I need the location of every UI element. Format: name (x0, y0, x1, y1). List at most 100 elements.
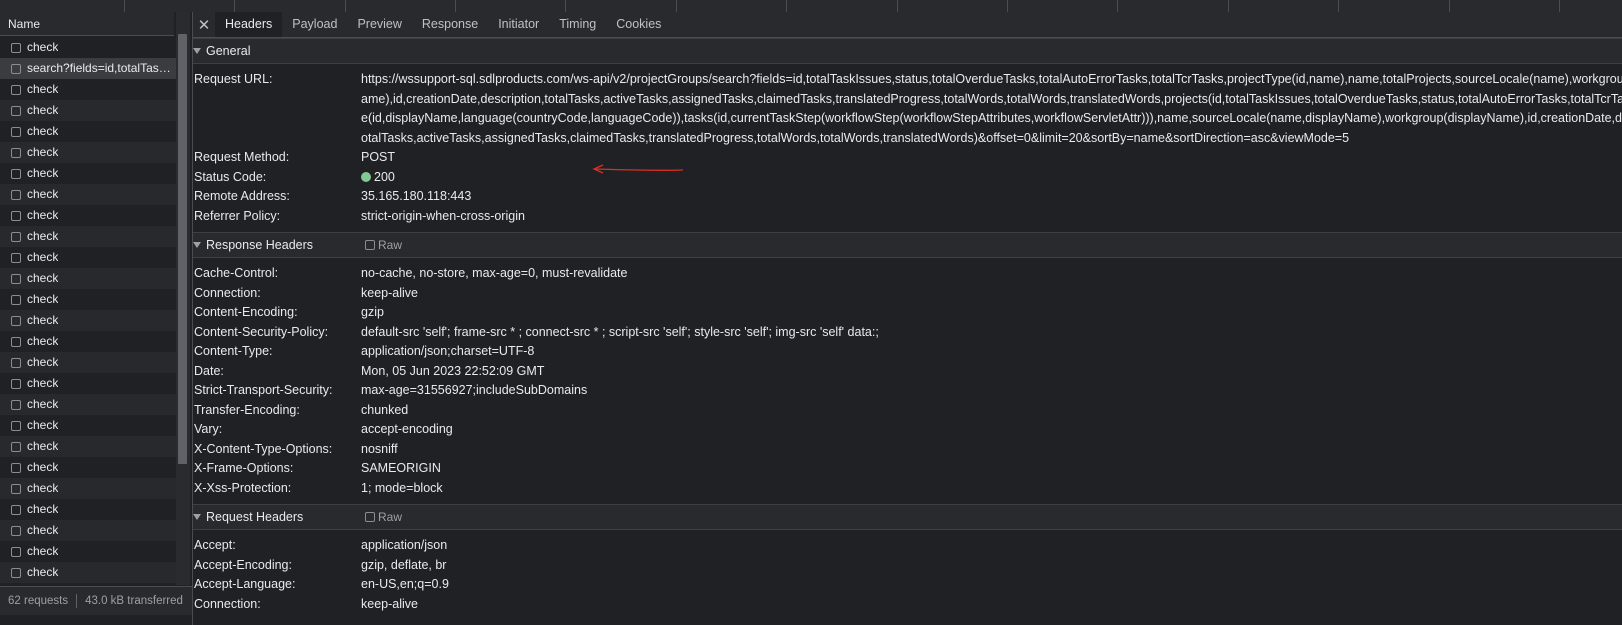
request-row[interactable]: check (0, 37, 176, 58)
header-row: Transfer-Encoding: chunked (193, 401, 1622, 421)
toolbar-divider (1117, 0, 1118, 12)
request-row[interactable]: check (0, 520, 176, 541)
toolbar-divider (1228, 0, 1229, 12)
tab-response[interactable]: Response (412, 12, 488, 37)
header-row: Remote Address: 35.165.180.118:443 (193, 187, 1622, 207)
request-row[interactable]: check (0, 331, 176, 352)
checkbox-icon[interactable] (11, 462, 21, 473)
header-value: Mon, 05 Jun 2023 22:52:09 GMT (361, 363, 545, 378)
request-row[interactable]: check (0, 205, 176, 226)
header-row: Strict-Transport-Security: max-age=315569… (193, 381, 1622, 401)
request-row[interactable]: check (0, 79, 176, 100)
checkbox-icon[interactable] (11, 378, 21, 389)
request-row[interactable]: check (0, 373, 176, 394)
request-row[interactable]: check (0, 394, 176, 415)
request-row[interactable]: check (0, 142, 176, 163)
request-row[interactable]: check (0, 247, 176, 268)
tab-timing[interactable]: Timing (549, 12, 606, 37)
header-value: chunked (361, 402, 409, 417)
header-row: X-Frame-Options: SAMEORIGIN (193, 459, 1622, 479)
request-url-row: Request URL: https://wssupport-sql.sdlpr… (193, 70, 1622, 148)
request-row[interactable]: check (0, 268, 176, 289)
checkbox-icon[interactable] (11, 231, 21, 242)
checkbox-icon[interactable] (11, 273, 21, 284)
request-row[interactable]: check (0, 100, 176, 121)
request-row[interactable]: check (0, 226, 176, 247)
checkbox-icon[interactable] (365, 240, 375, 250)
checkbox-icon[interactable] (11, 420, 21, 431)
tab-payload[interactable]: Payload (282, 12, 347, 37)
general-section-header[interactable]: General (193, 38, 1622, 64)
response-headers-section-header[interactable]: Response Headers Raw (193, 232, 1622, 258)
raw-toggle[interactable]: Raw (365, 233, 402, 257)
checkbox-icon[interactable] (11, 210, 21, 221)
request-row[interactable]: check (0, 562, 176, 583)
checkbox-icon[interactable] (11, 294, 21, 305)
checkbox-icon[interactable] (11, 441, 21, 452)
toolbar-divider (1559, 0, 1560, 12)
request-row[interactable]: check (0, 289, 176, 310)
request-name: check (27, 145, 59, 159)
request-url-line: otalTasks,activeTasks,assignedTasks,clai… (361, 130, 1350, 145)
checkbox-icon[interactable] (11, 126, 21, 137)
header-name: Content-Security-Policy: (194, 324, 329, 339)
request-name: check (27, 271, 59, 285)
checkbox-icon[interactable] (11, 168, 21, 179)
checkbox-icon[interactable] (11, 399, 21, 410)
checkbox-icon[interactable] (11, 105, 21, 116)
toolbar-divider (455, 0, 456, 12)
checkbox-icon[interactable] (11, 147, 21, 158)
checkbox-icon[interactable] (11, 84, 21, 95)
checkbox-icon[interactable] (11, 63, 21, 74)
checkbox-icon[interactable] (11, 42, 21, 53)
request-url-value: https://wssupport-sql.sdlproducts.com/ws… (361, 70, 1622, 148)
tab-initiator[interactable]: Initiator (488, 12, 549, 37)
request-details-panel: ✕ Headers Payload Preview Response Initiator… (193, 12, 1622, 625)
request-row[interactable]: check (0, 310, 176, 331)
checkbox-icon[interactable] (365, 512, 375, 522)
header-value: 35.165.180.118:443 (361, 189, 472, 203)
request-row[interactable]: check (0, 499, 176, 520)
checkbox-icon[interactable] (11, 315, 21, 326)
header-name: Accept-Language: (194, 577, 296, 591)
toolbar-divider (234, 0, 235, 12)
request-row[interactable]: check (0, 121, 176, 142)
request-row[interactable]: check (0, 478, 176, 499)
checkbox-icon[interactable] (11, 189, 21, 200)
request-headers-section-header[interactable]: Request Headers Raw (193, 504, 1622, 530)
checkbox-icon[interactable] (11, 357, 21, 368)
request-row[interactable]: check (0, 415, 176, 436)
checkbox-icon[interactable] (11, 567, 21, 578)
checkbox-icon[interactable] (11, 525, 21, 536)
toolbar-divider (124, 0, 125, 12)
request-row[interactable]: search?fields=id,totalTaskIssues,status,… (0, 58, 176, 79)
header-value: accept-encoding (361, 422, 453, 436)
request-row[interactable]: check (0, 541, 176, 562)
checkbox-icon[interactable] (11, 336, 21, 347)
name-column-header[interactable]: Name (0, 12, 174, 36)
checkbox-icon[interactable] (11, 252, 21, 263)
request-row[interactable]: check (0, 352, 176, 373)
request-name: check (27, 397, 59, 411)
status-dot-icon (361, 171, 371, 182)
header-name: Content-Encoding: (194, 305, 298, 319)
header-row: Connection: keep-alive (193, 595, 1622, 615)
checkbox-icon[interactable] (11, 483, 21, 494)
network-status-bar: 62 requests 43.0 kB transferred (0, 586, 192, 615)
checkbox-icon[interactable] (11, 546, 21, 557)
request-name: check (27, 208, 59, 222)
request-row[interactable]: check (0, 436, 176, 457)
scrollbar-thumb[interactable] (178, 34, 187, 464)
tab-cookies[interactable]: Cookies (606, 12, 671, 37)
raw-toggle[interactable]: Raw (365, 505, 402, 529)
request-name: check (27, 250, 59, 264)
request-row[interactable]: check (0, 457, 176, 478)
checkbox-icon[interactable] (11, 504, 21, 515)
tab-headers[interactable]: Headers (215, 12, 283, 37)
header-row: Referrer Policy: strict-origin-when-cross… (193, 207, 1622, 227)
request-row[interactable]: check (0, 163, 176, 184)
toolbar-divider (1338, 0, 1339, 12)
close-icon[interactable]: ✕ (193, 12, 215, 37)
request-row[interactable]: check (0, 184, 176, 205)
tab-preview[interactable]: Preview (347, 12, 411, 37)
